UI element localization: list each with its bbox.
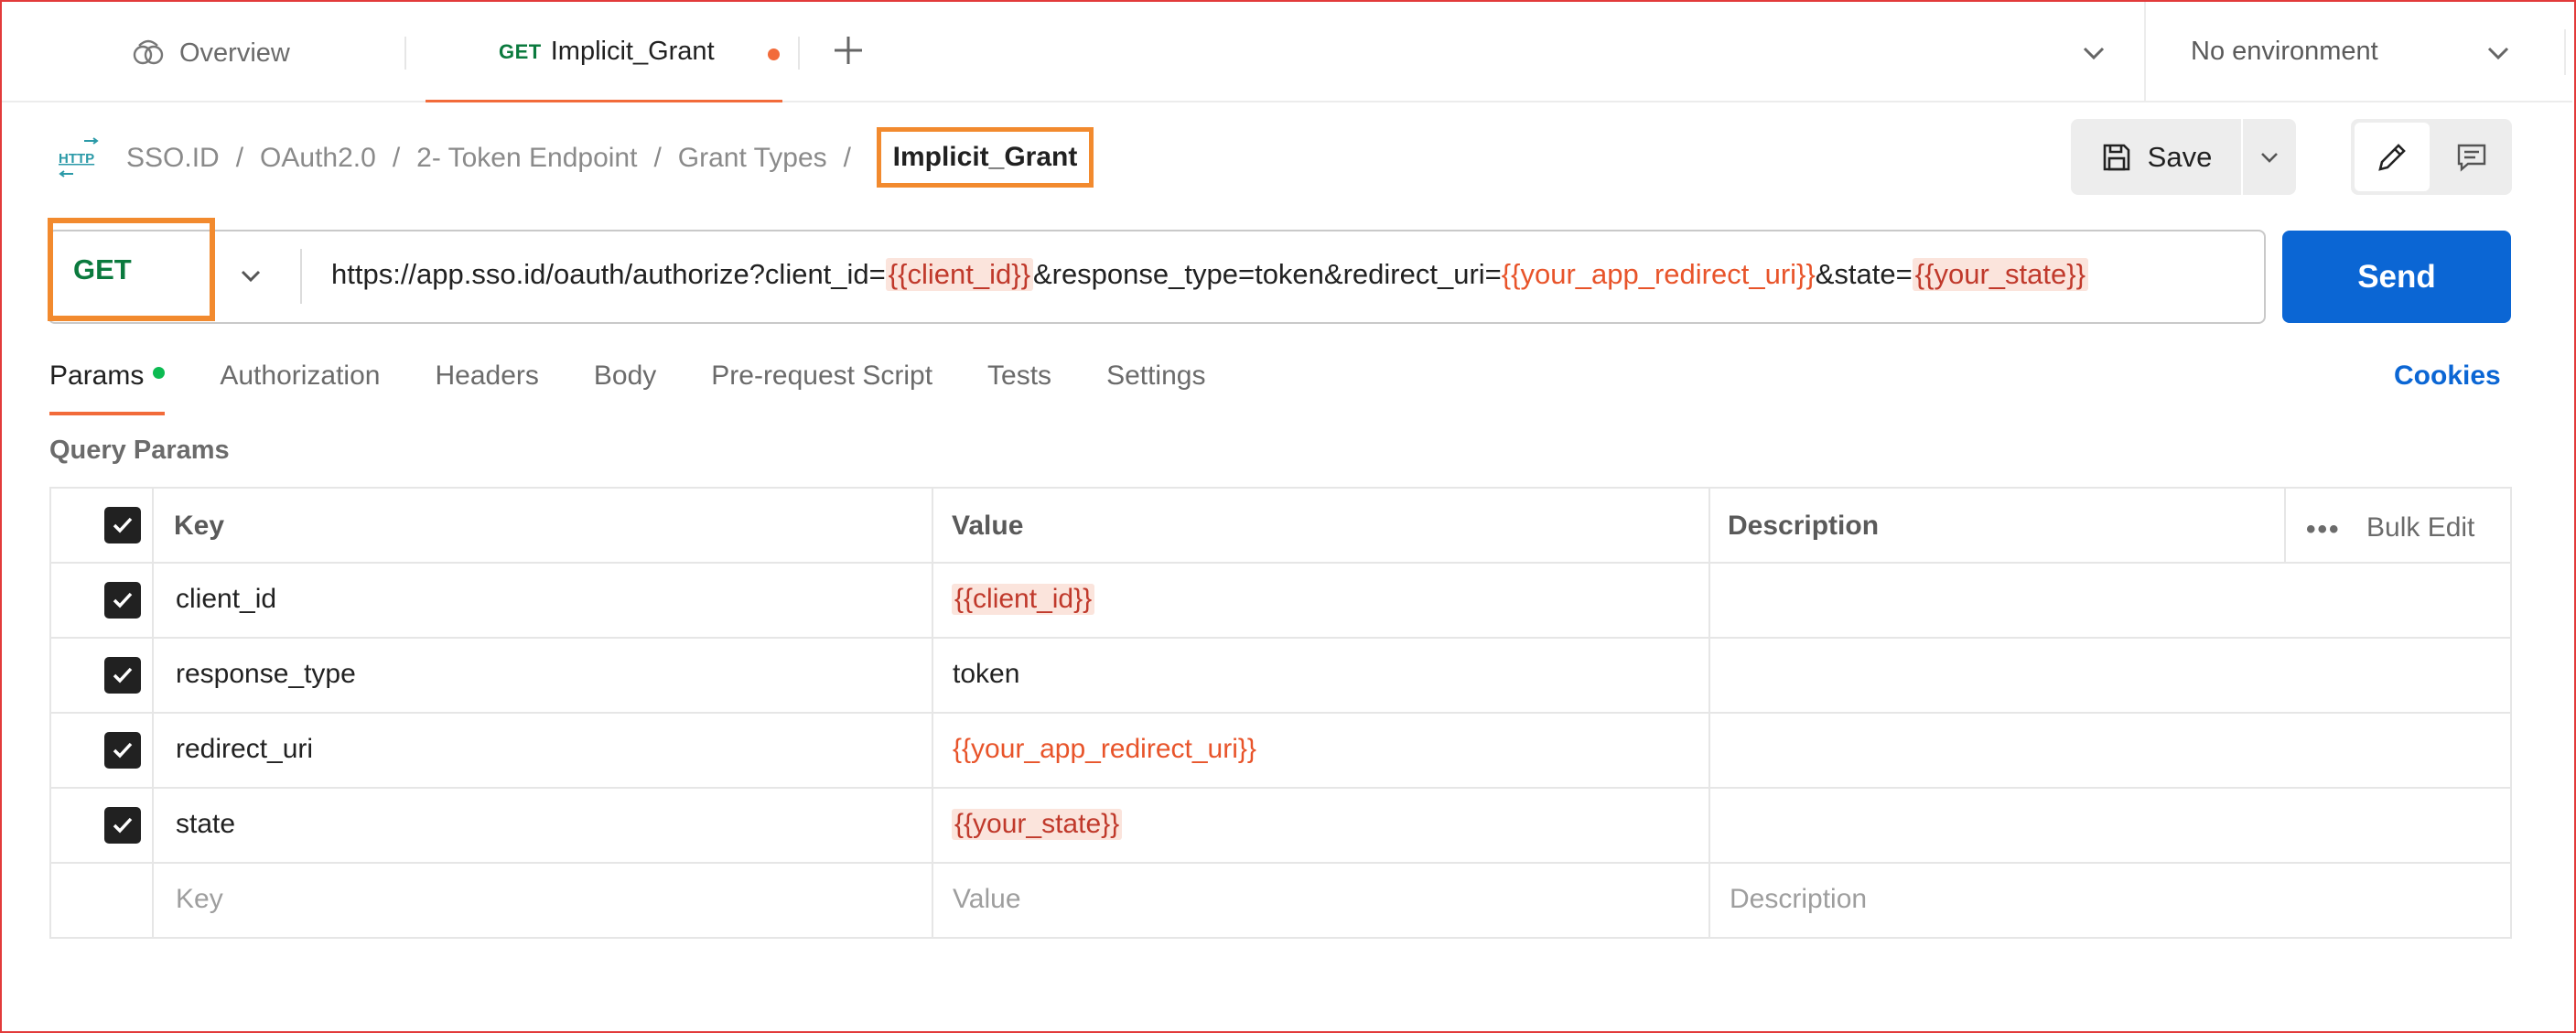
checkmark-icon: [113, 592, 133, 608]
checkmark-icon: [113, 667, 133, 683]
environment-chevron-down-icon[interactable]: [2482, 37, 2515, 70]
row-checkbox[interactable]: [104, 807, 141, 844]
tabs-dropdown-chevron-icon[interactable]: [2077, 37, 2110, 70]
unsaved-dot-icon: [768, 48, 780, 60]
url-variable: {{client_id}}: [885, 258, 1033, 291]
row-checkbox[interactable]: [104, 732, 141, 769]
param-value[interactable]: {{your_app_redirect_uri}}: [953, 734, 1256, 765]
url-segment: &response_type=token&redirect_uri=: [1032, 258, 1502, 290]
tab-headers[interactable]: Headers: [435, 360, 538, 415]
bulk-edit-button[interactable]: Bulk Edit: [2366, 512, 2474, 543]
tab-params-label: Params: [49, 360, 145, 391]
url-divider: [300, 249, 302, 304]
save-options-button[interactable]: [2243, 119, 2296, 195]
url-segment: https://app.sso.id/oauth/authorize?clien…: [331, 258, 886, 290]
send-button[interactable]: Send: [2282, 231, 2511, 323]
checkmark-icon: [113, 742, 133, 759]
query-params-table: Key Value Description ••• Bulk Edit clie…: [49, 487, 2512, 939]
more-options-icon[interactable]: •••: [2306, 514, 2341, 545]
tab-implicit-grant[interactable]: GET Implicit_Grant: [426, 2, 782, 102]
save-button[interactable]: Save: [2071, 119, 2241, 195]
tab-overview[interactable]: Overview: [130, 35, 290, 71]
env-divider: [2144, 2, 2146, 102]
edge-divider: [2564, 29, 2566, 75]
url-variable: {{your_app_redirect_uri}}: [1501, 258, 1816, 290]
method-chevron-down-icon[interactable]: [234, 260, 267, 293]
comment-icon: [2457, 144, 2486, 172]
breadcrumb-separator: /: [235, 143, 244, 173]
tab-authorization[interactable]: Authorization: [220, 360, 380, 415]
param-value[interactable]: {{your_state}}: [952, 809, 1123, 840]
breadcrumb: SSO.ID / OAuth2.0 / 2- Token Endpoint / …: [126, 143, 868, 174]
row-checkbox[interactable]: [104, 582, 141, 619]
save-label: Save: [2147, 140, 2213, 173]
table-row-new: Key Value Description: [51, 864, 2510, 939]
comments-button[interactable]: [2435, 123, 2508, 191]
breadcrumb-item[interactable]: OAuth2.0: [260, 143, 376, 174]
new-value-input[interactable]: Value: [953, 884, 1021, 915]
param-key[interactable]: response_type: [176, 659, 356, 690]
tab-bar: Overview GET Implicit_Grant No environme…: [2, 2, 2572, 102]
breadcrumb-separator: /: [392, 143, 401, 173]
select-all-checkbox[interactable]: [104, 507, 141, 543]
breadcrumb-item[interactable]: Grant Types: [678, 143, 827, 174]
tab-params[interactable]: Params: [49, 360, 166, 415]
param-key[interactable]: client_id: [176, 584, 276, 615]
chevron-down-icon: [2261, 152, 2278, 163]
request-tabs: Params Authorization Headers Body Pre-re…: [49, 360, 1260, 415]
params-active-dot-icon: [153, 367, 166, 379]
svg-text:HTTP: HTTP: [59, 151, 94, 167]
overview-icon: [133, 39, 164, 65]
tab-tests[interactable]: Tests: [987, 360, 1051, 415]
tab-divider: [798, 37, 800, 70]
tab-title: Implicit_Grant: [550, 37, 715, 66]
breadcrumb-item[interactable]: SSO.ID: [126, 143, 220, 174]
url-variable: {{your_state}}: [1912, 258, 2088, 291]
param-value[interactable]: {{client_id}}: [952, 584, 1095, 615]
row-checkbox[interactable]: [104, 657, 141, 694]
tab-overview-label: Overview: [179, 38, 290, 68]
breadcrumb-separator: /: [843, 143, 852, 173]
url-segment: &state=: [1815, 258, 1913, 290]
description-column-header: Description: [1728, 511, 1880, 541]
new-key-input[interactable]: Key: [176, 884, 223, 915]
breadcrumb-item[interactable]: 2- Token Endpoint: [416, 143, 637, 174]
new-description-input[interactable]: Description: [1730, 884, 1867, 915]
table-row: client_id {{client_id}}: [51, 564, 2510, 639]
table-row: response_type token: [51, 639, 2510, 714]
param-value[interactable]: token: [953, 659, 1019, 690]
http-icon: HTTP: [59, 137, 99, 178]
edit-mode-button[interactable]: [2355, 123, 2430, 191]
key-column-header: Key: [174, 511, 225, 541]
table-header-row: Key Value Description ••• Bulk Edit: [51, 489, 2510, 564]
tab-settings[interactable]: Settings: [1106, 360, 1205, 415]
save-group: Save: [2071, 119, 2296, 195]
tab-method-badge: GET: [499, 39, 542, 63]
column-divider: [2284, 489, 2286, 562]
value-column-header: Value: [952, 511, 1024, 541]
table-row: state {{your_state}}: [51, 789, 2510, 864]
view-mode-toggle: [2351, 119, 2512, 195]
table-row: redirect_uri {{your_app_redirect_uri}}: [51, 714, 2510, 789]
tab-pre-request-script[interactable]: Pre-request Script: [711, 360, 932, 415]
checkmark-icon: [113, 817, 133, 834]
new-tab-plus-icon[interactable]: [827, 29, 869, 71]
environment-selector[interactable]: No environment: [2191, 37, 2378, 67]
tab-body[interactable]: Body: [594, 360, 656, 415]
tab-divider: [404, 37, 406, 70]
param-key[interactable]: redirect_uri: [176, 734, 313, 765]
pencil-icon: [2378, 143, 2406, 171]
save-disk-icon: [2103, 144, 2129, 170]
url-input[interactable]: https://app.sso.id/oauth/authorize?clien…: [331, 258, 2088, 291]
breadcrumb-current-request-name[interactable]: Implicit_Grant: [877, 127, 1094, 188]
checkmark-icon: [113, 517, 133, 533]
param-key[interactable]: state: [176, 809, 235, 840]
breadcrumb-separator: /: [653, 143, 662, 173]
query-params-title: Query Params: [49, 436, 230, 465]
cookies-link[interactable]: Cookies: [2394, 360, 2501, 392]
method-selector[interactable]: GET: [48, 218, 215, 321]
